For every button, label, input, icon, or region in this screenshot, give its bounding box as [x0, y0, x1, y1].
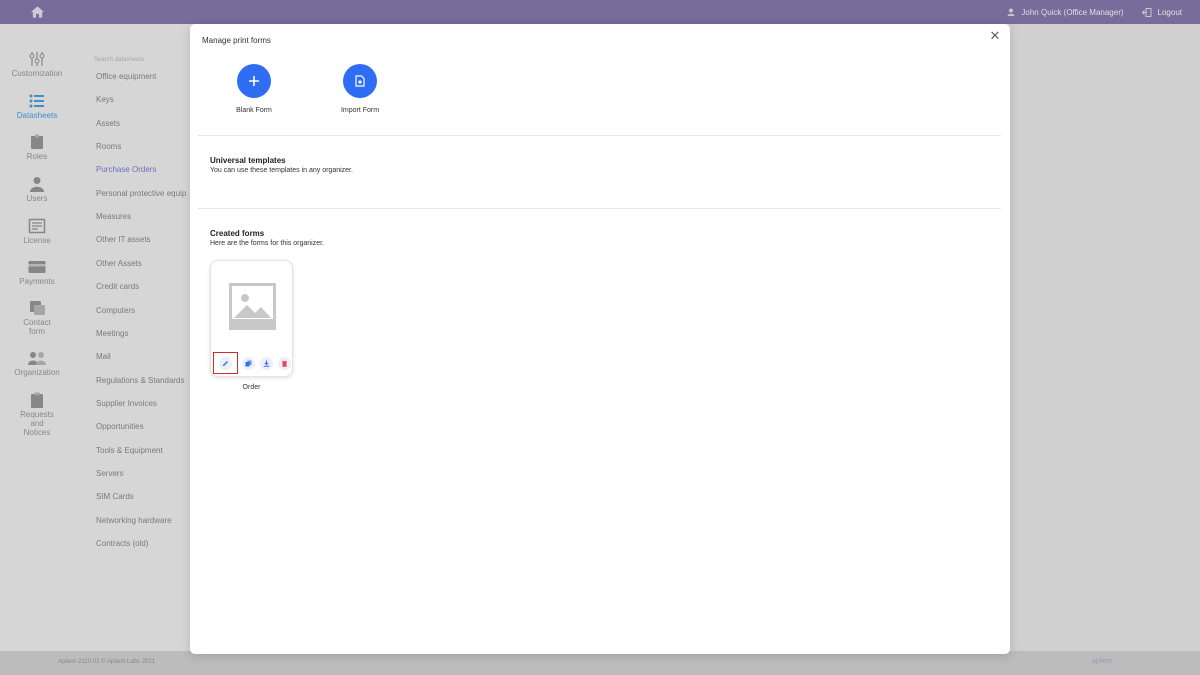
universal-templates-title: Universal templates: [210, 156, 286, 165]
universal-templates-subtitle: You can use these templates in any organ…: [210, 167, 353, 174]
manage-print-forms-modal: Manage print forms ✕ Blank Form Import F…: [190, 24, 1010, 654]
modal-title: Manage print forms: [202, 36, 271, 45]
edit-highlight: [213, 352, 238, 374]
divider: [198, 135, 1001, 136]
created-forms-title: Created forms: [210, 229, 265, 238]
import-form-action: Import Form: [320, 64, 400, 114]
created-forms-subtitle: Here are the forms for this organizer.: [210, 240, 324, 247]
copy-icon: [245, 360, 252, 366]
form-card-actions: [213, 352, 291, 374]
pencil-icon: [223, 360, 228, 366]
blank-form-action: Blank Form: [214, 64, 294, 114]
download-icon: [263, 360, 270, 367]
image-placeholder-icon: [229, 283, 276, 330]
plus-icon: [249, 76, 259, 86]
delete-button[interactable]: [278, 356, 291, 370]
file-add-icon: [355, 75, 365, 87]
form-card[interactable]: [210, 260, 293, 377]
blank-form-label: Blank Form: [236, 107, 272, 114]
import-form-label: Import Form: [340, 107, 380, 114]
duplicate-button[interactable]: [242, 356, 255, 370]
edit-button[interactable]: [219, 356, 232, 370]
download-button[interactable]: [260, 356, 273, 370]
import-form-button[interactable]: [343, 64, 377, 98]
form-card-name: Order: [242, 384, 261, 391]
trash-icon: [282, 360, 287, 367]
blank-form-button[interactable]: [237, 64, 271, 98]
divider: [198, 208, 1001, 209]
close-icon[interactable]: ✕: [988, 29, 1002, 43]
